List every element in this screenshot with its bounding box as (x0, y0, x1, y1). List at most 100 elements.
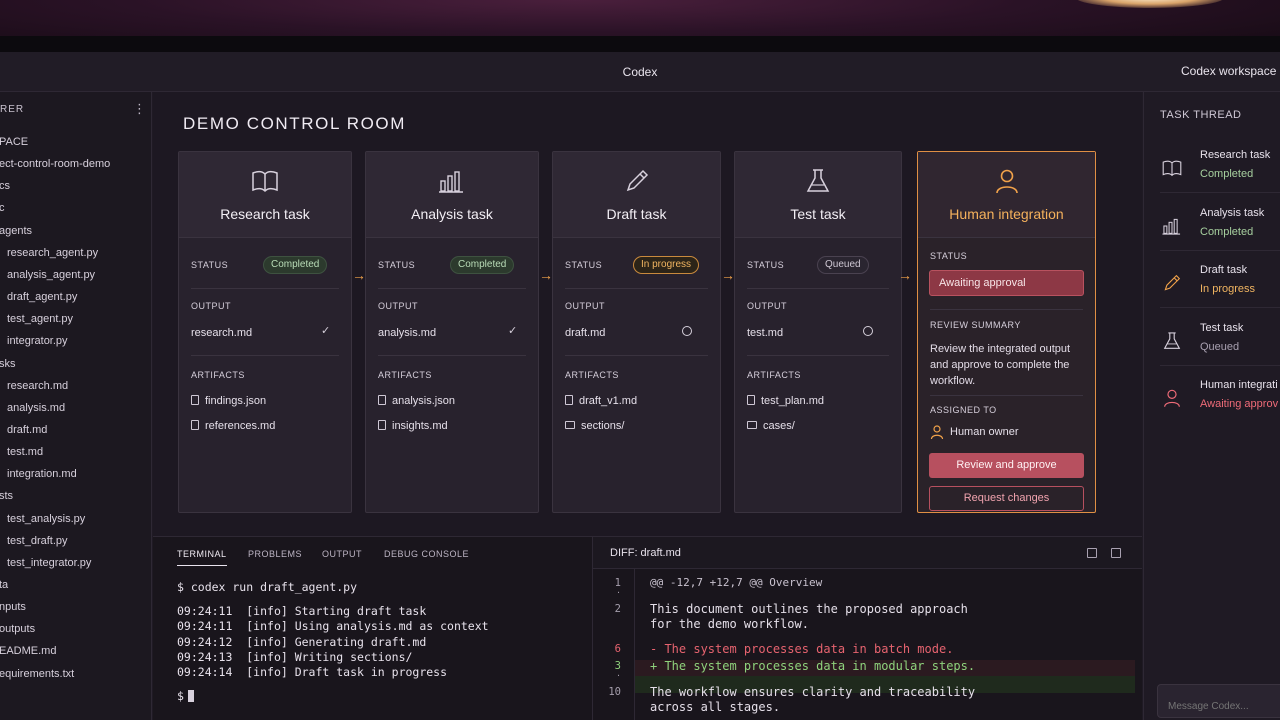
artifacts-label: ARTIFACTS (565, 370, 619, 380)
thread-item-title[interactable]: Research task (1200, 149, 1270, 161)
line-number: 6 (614, 643, 621, 655)
log-message: [info] Draft task in progress (246, 665, 448, 680)
artifact-name: test_plan.md (761, 395, 824, 407)
divider (191, 355, 339, 356)
tree-item[interactable]: analysis.md (7, 402, 65, 414)
timestamp: 09:24:12 (177, 634, 233, 649)
artifact-name: references.md (205, 420, 276, 432)
terminal-line: 09:24:11 [info] Starting draft task (177, 604, 426, 618)
output-file[interactable]: draft.md (565, 327, 605, 339)
diff-header: DIFF: draft.md (593, 537, 1142, 569)
request-changes-button[interactable]: Request changes (929, 486, 1084, 511)
title-bar: Codex Codex workspace (0, 52, 1280, 92)
status-label: STATUS (930, 251, 968, 261)
divider (565, 288, 708, 289)
card-header: Test task (735, 152, 901, 238)
review-and-approve-button[interactable]: Review and approve (929, 453, 1084, 478)
status-badge: In progress (633, 256, 700, 274)
output-file[interactable]: test.md (747, 327, 783, 339)
diff-line-ctx: The workflow ensures clarity and traceab… (650, 685, 976, 699)
output-file[interactable]: analysis.md (378, 327, 436, 339)
tree-item[interactable]: EADME.md (0, 645, 56, 657)
tree-item[interactable]: cs (0, 180, 10, 192)
artifact-item[interactable]: findings.json (191, 395, 266, 407)
workspace-name[interactable]: Codex workspace (1181, 64, 1276, 78)
assigned-to-label: ASSIGNED TO (930, 405, 997, 415)
task-card[interactable]: Draft task STATUS In progress OUTPUT draft.m… (552, 151, 721, 513)
tree-item[interactable]: test_analysis.py (7, 513, 85, 525)
tree-item[interactable]: agents (0, 225, 32, 237)
card-title: Analysis task (411, 206, 493, 222)
artifact-item[interactable]: test_plan.md (747, 395, 824, 407)
folder-icon (747, 421, 757, 429)
tree-item[interactable]: ect-control-room-demo (0, 158, 110, 170)
tree-item[interactable]: integration.md (7, 468, 77, 480)
artifact-item[interactable]: analysis.json (378, 395, 455, 407)
artifact-item[interactable]: insights.md (378, 420, 448, 432)
output-label: OUTPUT (747, 301, 787, 311)
ceiling-light (1075, 0, 1225, 8)
tree-item[interactable]: PACE (0, 136, 28, 148)
tree-item[interactable]: outputs (0, 623, 35, 635)
pencil-icon (1161, 272, 1183, 294)
message-input[interactable] (1157, 684, 1280, 718)
more-vertical-icon[interactable]: ⋮ (133, 101, 146, 117)
tree-item[interactable]: test.md (7, 446, 43, 458)
tree-item[interactable]: research.md (7, 380, 68, 392)
tree-item[interactable]: draft_agent.py (7, 291, 77, 303)
open-file-icon[interactable] (1087, 548, 1097, 558)
thread-item-title[interactable]: Analysis task (1200, 207, 1264, 219)
human-integration-card[interactable]: Human integration STATUS Awaiting approv… (917, 151, 1096, 513)
tree-item[interactable]: research_agent.py (7, 247, 98, 259)
output-file[interactable]: research.md (191, 327, 252, 339)
output-label: OUTPUT (191, 301, 231, 311)
tree-item[interactable]: nputs (0, 601, 26, 613)
tree-item[interactable]: integrator.py (7, 335, 68, 347)
artifact-item[interactable]: references.md (191, 420, 275, 432)
tree-item[interactable]: test_agent.py (7, 313, 73, 325)
timestamp: 09:24:14 (177, 665, 233, 680)
control-room: DEMO CONTROL ROOM Research task STATUS Com… (153, 92, 1142, 536)
open-preview-icon[interactable] (1111, 548, 1121, 558)
tree-item[interactable]: draft.md (7, 424, 47, 436)
file-icon (191, 395, 199, 405)
artifact-item[interactable]: sections/ (565, 420, 624, 432)
tree-item[interactable]: sts (0, 490, 13, 502)
diff-line-ctx: This document outlines the proposed appr… (650, 602, 968, 616)
output-label: OUTPUT (565, 301, 605, 311)
diff-line-hunk: @@ -12,7 +12,7 @@ Overview (650, 576, 823, 589)
thread-item-title[interactable]: Human integrati (1200, 379, 1278, 391)
status-label: STATUS (565, 260, 603, 270)
tree-item[interactable]: analysis_agent.py (7, 269, 95, 281)
task-card[interactable]: Research task STATUS Completed OUTPUT resear… (178, 151, 352, 513)
artifact-name: sections/ (581, 420, 625, 432)
thread-item-title[interactable]: Test task (1200, 322, 1243, 334)
artifact-name: insights.md (392, 420, 448, 432)
user-icon (995, 169, 1018, 194)
card-title: Test task (790, 206, 846, 222)
tab-debug-console[interactable]: DEBUG CONSOLE (384, 549, 469, 559)
divider (378, 288, 526, 289)
tab-problems[interactable]: PROBLEMS (248, 549, 302, 559)
task-card[interactable]: Analysis task STATUS Completed OUTPUT analys… (365, 151, 539, 513)
thread-item-title[interactable]: Draft task (1200, 264, 1247, 276)
tab-output[interactable]: OUTPUT (322, 549, 362, 559)
tree-item[interactable]: ta (0, 579, 8, 591)
tree-item[interactable]: c (0, 202, 5, 214)
tree-item[interactable]: test_draft.py (7, 535, 68, 547)
artifact-item[interactable]: cases/ (747, 420, 795, 432)
artifact-item[interactable]: draft_v1.md (565, 395, 637, 407)
tree-item[interactable]: test_integrator.py (7, 557, 91, 569)
tree-item[interactable]: equirements.txt (0, 668, 74, 680)
card-header: Analysis task (366, 152, 538, 238)
terminal-line: 09:24:11 [info] Using analysis.md as con… (177, 619, 489, 633)
timestamp: 09:24:11 (177, 619, 233, 634)
task-card[interactable]: Test task STATUS Queued OUTPUT test.md ARTIFA… (734, 151, 902, 513)
tab-terminal[interactable]: TERMINAL (177, 549, 227, 566)
diff-line-ctx: across all stages. (650, 700, 781, 714)
flow-arrow-icon: → (539, 267, 553, 283)
artifact-name: findings.json (205, 395, 267, 407)
terminal-prompt[interactable]: $ (177, 689, 194, 703)
tree-item[interactable]: sks (0, 358, 16, 370)
pending-circle-icon (863, 326, 873, 336)
